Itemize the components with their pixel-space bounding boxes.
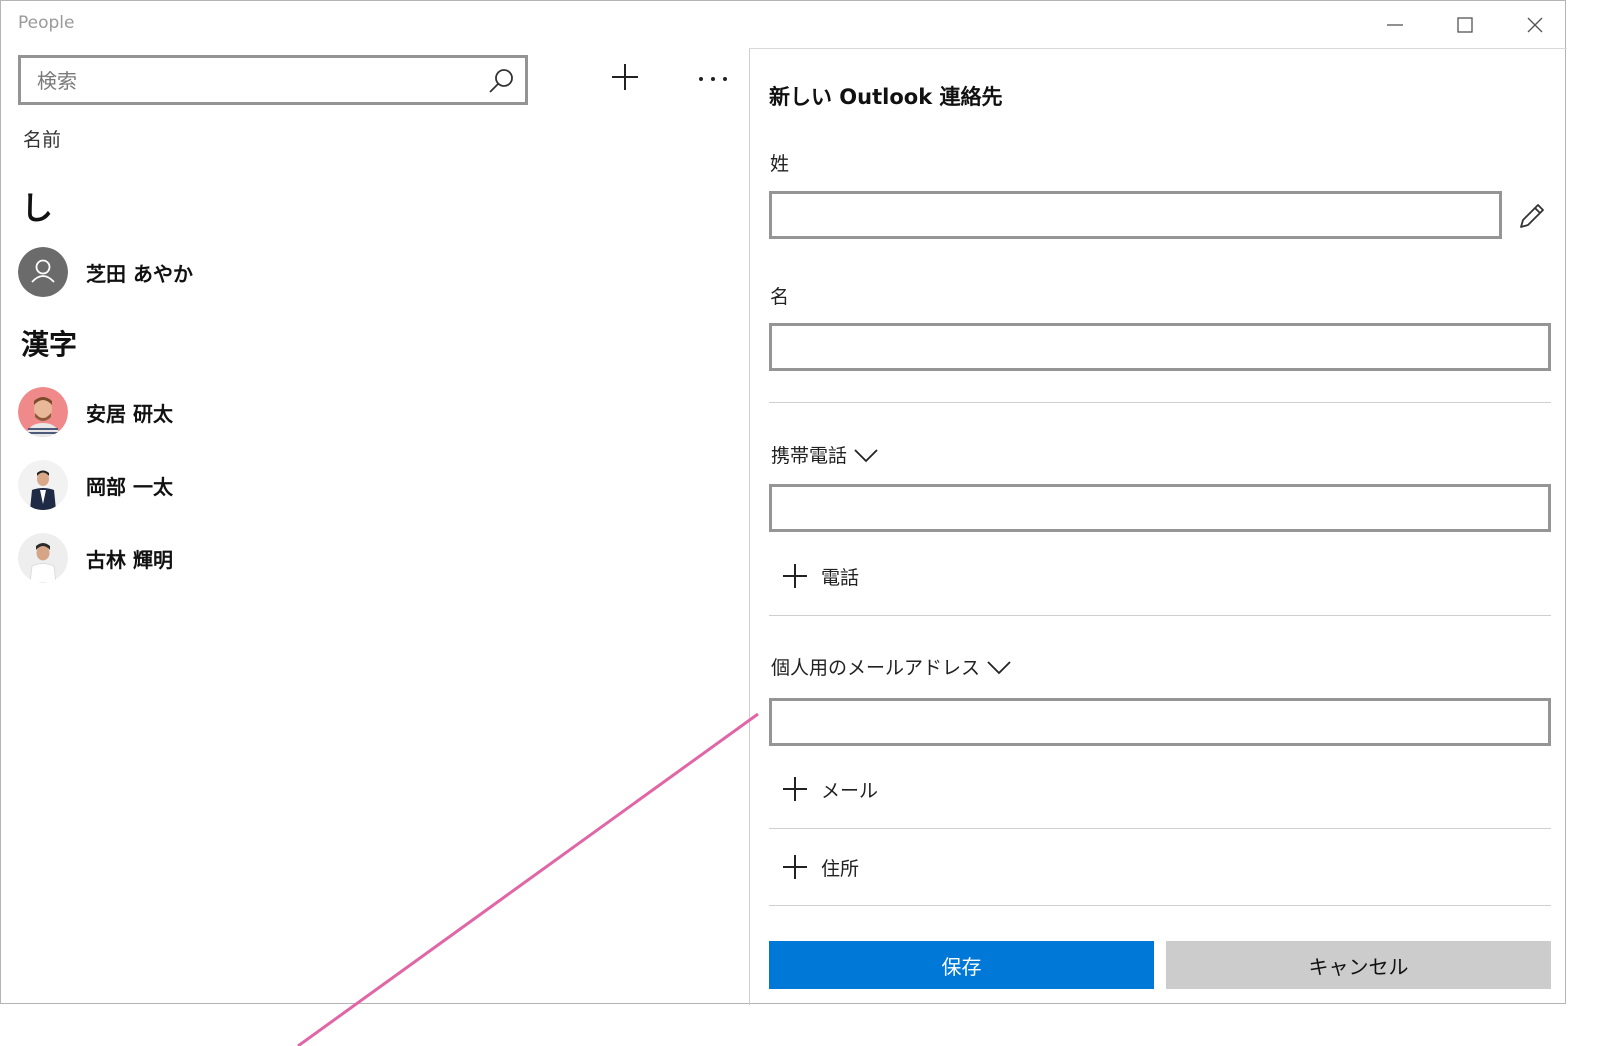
contact-photo — [18, 387, 68, 437]
close-button[interactable] — [1513, 7, 1557, 43]
more-icon — [699, 77, 727, 81]
chevron-down-icon — [854, 448, 878, 462]
contact-name: 安居 研太 — [86, 401, 173, 426]
contact-row[interactable]: 古林 輝明 — [18, 531, 718, 585]
pane-divider — [749, 49, 750, 1005]
contact-name: 岡部 一太 — [86, 474, 173, 499]
save-button[interactable]: 保存 — [769, 941, 1154, 989]
contact-photo — [18, 460, 68, 510]
section-divider — [769, 905, 1551, 906]
contact-row[interactable]: 岡部 一太 — [18, 458, 718, 512]
plus-icon — [783, 564, 807, 588]
people-window: People 名前 し — [0, 0, 1567, 1005]
email-type-label: 個人用のメールアドレス — [771, 657, 981, 679]
maximize-button[interactable] — [1443, 7, 1487, 43]
first-name-field[interactable] — [769, 323, 1551, 371]
contact-row[interactable]: 安居 研太 — [18, 385, 718, 439]
add-address-label: 住所 — [821, 857, 860, 880]
avatar — [18, 533, 68, 583]
group-header-shi[interactable]: し — [21, 183, 53, 229]
avatar — [18, 460, 68, 510]
last-name-label: 姓 — [770, 153, 790, 175]
search-input[interactable] — [35, 58, 479, 104]
add-address-button[interactable]: 住所 — [781, 853, 859, 881]
chevron-down-icon — [987, 660, 1011, 674]
group-header-kanji[interactable]: 漢字 — [21, 323, 77, 363]
app-title: People — [18, 13, 75, 33]
add-phone-label: 電話 — [821, 566, 860, 589]
edit-name-button[interactable] — [1515, 199, 1549, 233]
header-divider — [749, 48, 1567, 49]
search-box — [18, 55, 528, 105]
add-email-label: メール — [821, 779, 879, 802]
section-divider — [769, 828, 1551, 829]
more-options-button[interactable] — [693, 67, 733, 91]
section-divider — [769, 615, 1551, 616]
plus-icon — [783, 777, 807, 801]
plus-icon — [612, 64, 638, 90]
search-icon — [489, 69, 513, 93]
phone-type-label: 携帯電話 — [771, 445, 848, 467]
person-icon — [18, 247, 68, 297]
plus-icon — [783, 855, 807, 879]
first-name-label: 名 — [770, 286, 790, 308]
section-divider — [769, 402, 1551, 403]
email-type-dropdown[interactable]: 個人用のメールアドレス — [771, 653, 1012, 680]
email-field[interactable] — [769, 698, 1551, 746]
contact-photo — [18, 533, 68, 583]
last-name-field[interactable] — [769, 191, 1502, 239]
cancel-button[interactable]: キャンセル — [1166, 941, 1551, 989]
form-title: 新しい Outlook 連絡先 — [769, 85, 1003, 109]
search-button[interactable] — [486, 66, 516, 96]
avatar — [18, 387, 68, 437]
add-contact-button[interactable] — [607, 59, 643, 95]
minimize-icon — [1387, 24, 1403, 26]
maximize-icon — [1457, 17, 1473, 33]
sort-label[interactable]: 名前 — [23, 125, 61, 152]
pencil-icon — [1520, 204, 1544, 228]
close-icon — [1527, 17, 1543, 33]
contact-name: 古林 輝明 — [86, 547, 173, 572]
minimize-button[interactable] — [1373, 7, 1417, 43]
phone-field[interactable] — [769, 484, 1551, 532]
phone-type-dropdown[interactable]: 携帯電話 — [771, 441, 879, 468]
contact-row[interactable]: 芝田 あやか — [18, 245, 718, 299]
add-email-button[interactable]: メール — [781, 775, 878, 803]
add-phone-button[interactable]: 電話 — [781, 562, 859, 590]
avatar — [18, 247, 68, 297]
contact-name: 芝田 あやか — [86, 261, 193, 286]
